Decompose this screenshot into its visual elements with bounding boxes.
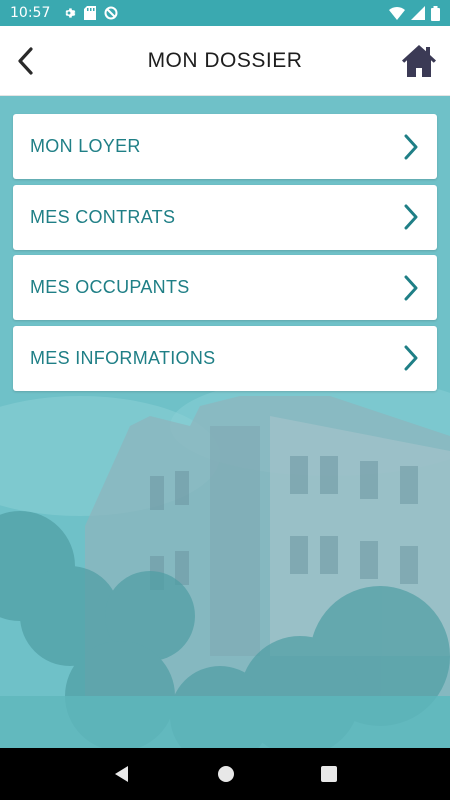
chevron-right-icon [404, 345, 418, 371]
page-title: MON DOSSIER [147, 48, 303, 72]
menu-item-label: MES CONTRATS [30, 206, 176, 227]
menu-list: MON LOYER MES CONTRATS MES OCCUPANTS MES… [13, 114, 437, 396]
back-button[interactable] [10, 45, 40, 77]
wifi-icon [389, 7, 405, 20]
menu-item-mes-contrats[interactable]: MES CONTRATS [13, 184, 437, 250]
menu-item-mes-occupants[interactable]: MES OCCUPANTS [13, 255, 437, 320]
status-time: 10:57 [10, 5, 51, 21]
sd-card-icon [84, 6, 97, 20]
menu-item-mon-loyer[interactable]: MON LOYER [13, 114, 437, 179]
menu-item-label: MES INFORMATIONS [30, 347, 216, 368]
content-area: MON LOYER MES CONTRATS MES OCCUPANTS MES… [0, 96, 450, 748]
gear-icon [65, 8, 76, 18]
chevron-right-icon [404, 134, 418, 159]
signal-icon [411, 6, 425, 20]
home-button[interactable] [400, 42, 438, 80]
back-triangle-icon[interactable] [113, 765, 131, 783]
menu-item-mes-informations[interactable]: MES INFORMATIONS [13, 325, 437, 391]
home-icon [402, 45, 436, 77]
chevron-right-icon [404, 204, 418, 230]
no-sync-icon [104, 6, 118, 20]
menu-item-label: MON LOYER [30, 136, 141, 156]
system-nav-bar [0, 748, 450, 800]
chevron-right-icon [404, 275, 418, 300]
battery-icon [431, 5, 440, 21]
menu-item-label: MES OCCUPANTS [30, 277, 190, 297]
home-circle-icon[interactable] [217, 765, 235, 783]
chevron-left-icon [18, 47, 33, 75]
app-header: MON DOSSIER [0, 26, 450, 96]
status-bar: 10:57 [0, 0, 450, 26]
recents-square-icon[interactable] [321, 766, 337, 782]
